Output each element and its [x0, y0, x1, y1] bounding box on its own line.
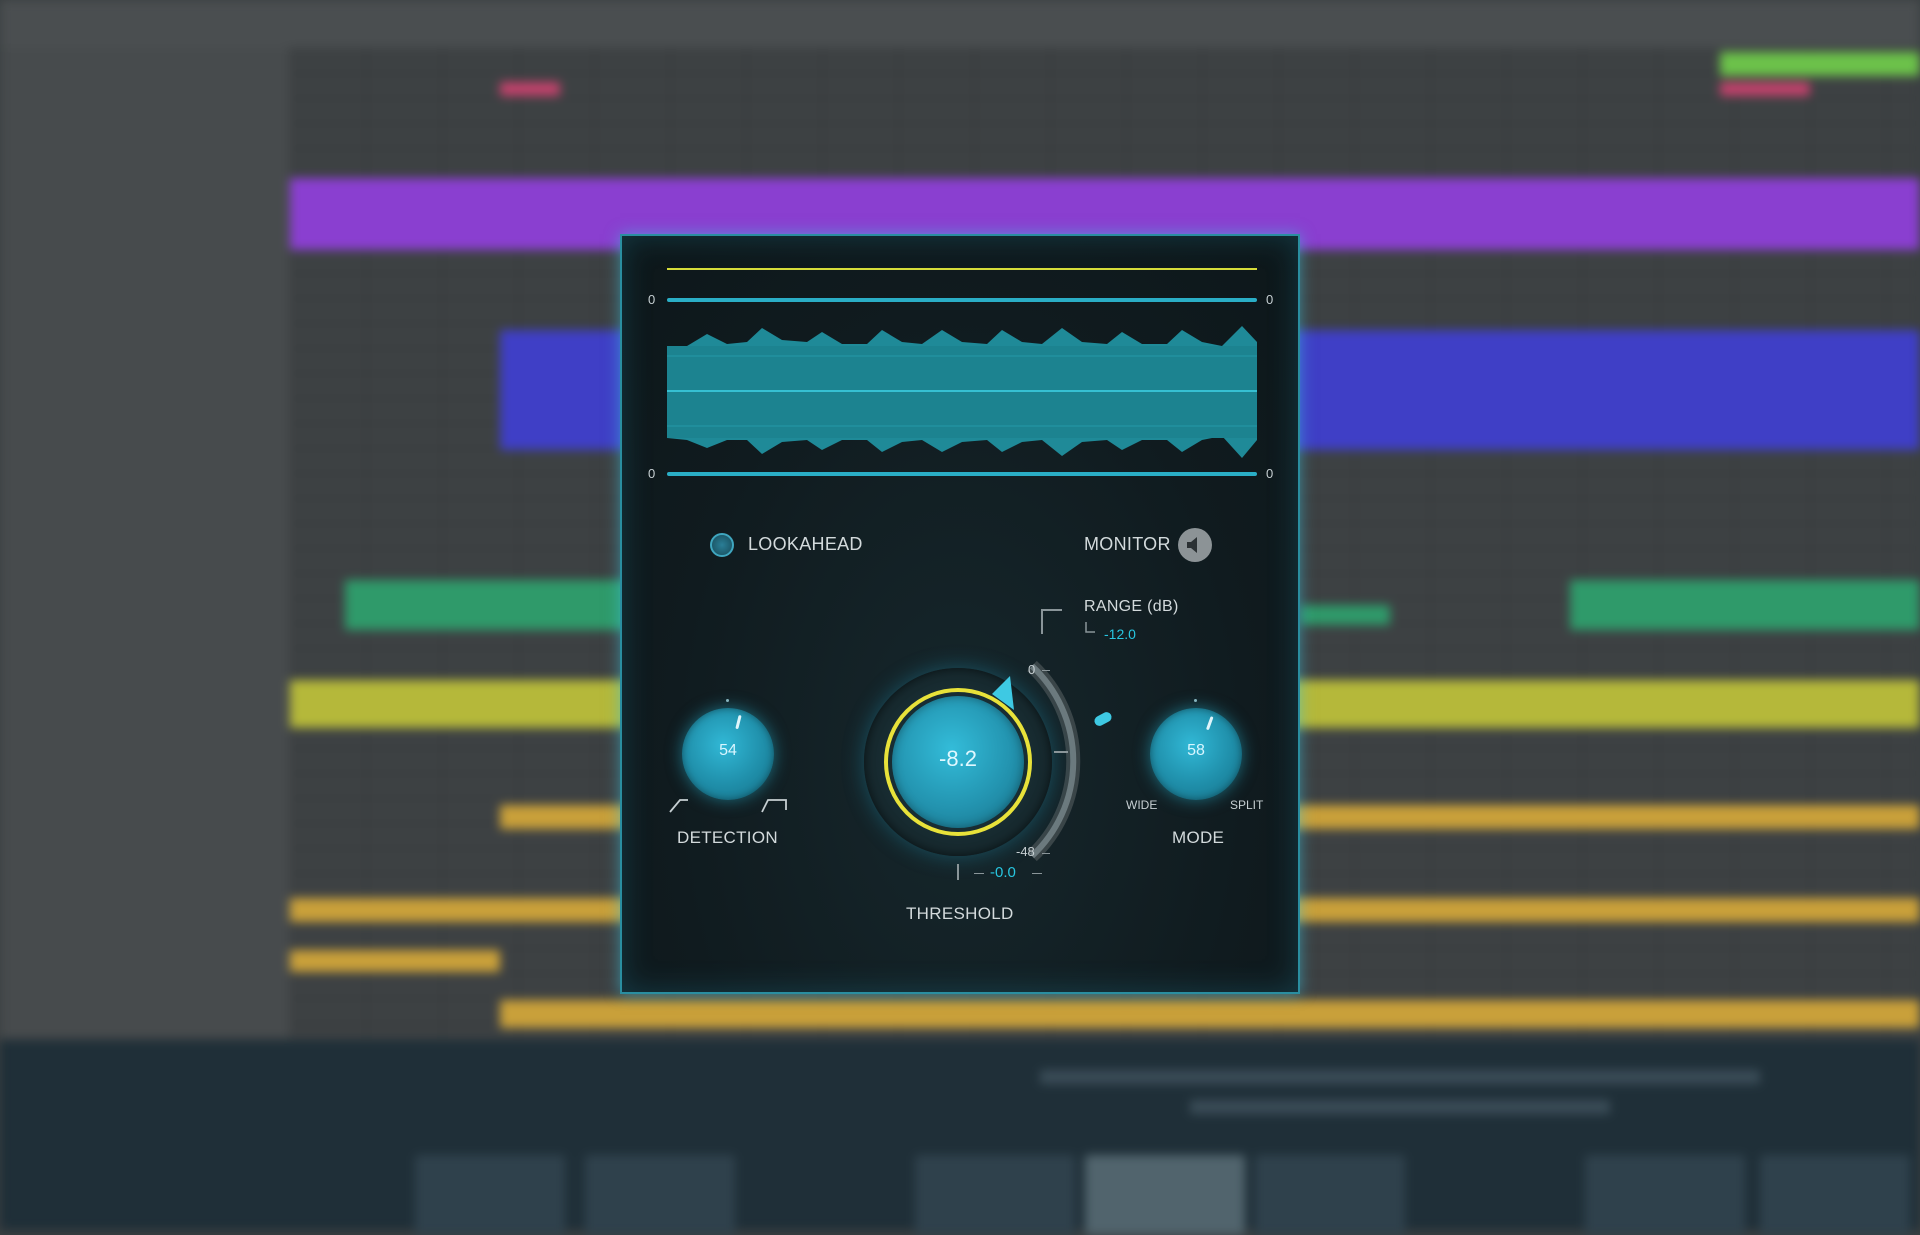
lookahead-toggle[interactable]: LOOKAHEAD [710, 530, 880, 560]
threshold-pointer [992, 676, 1014, 710]
threshold-line [667, 268, 1257, 270]
meter-top-right-label: 0 [1266, 292, 1274, 307]
clip [345, 580, 635, 630]
pad [915, 1155, 1075, 1235]
lookahead-label: LOOKAHEAD [748, 534, 863, 554]
meter-bottom-right-label: 0 [1266, 466, 1274, 481]
threshold-value: -8.2 [939, 746, 977, 771]
peak-readout: -0.0 [990, 864, 1016, 881]
clip [1300, 605, 1390, 625]
peak-dash [1032, 873, 1042, 874]
clip [1720, 52, 1920, 76]
detection-knob[interactable]: 54 [682, 708, 774, 800]
mini-bar [1190, 1100, 1610, 1114]
slow-attack-icon [669, 799, 688, 813]
pad [415, 1155, 565, 1235]
threshold-scale-bottom: -48 [1016, 844, 1035, 859]
pad [1085, 1155, 1245, 1235]
scale-tick [1054, 751, 1068, 753]
pad [1255, 1155, 1405, 1235]
pad [1585, 1155, 1745, 1235]
fast-attack-icon [761, 799, 787, 813]
pad [1760, 1155, 1910, 1235]
mode-wide-label: WIDE [1126, 798, 1158, 812]
detection-top-dot [726, 699, 729, 702]
detection-value: 54 [719, 742, 737, 759]
mode-value: 58 [1187, 742, 1205, 759]
pad [585, 1155, 735, 1235]
toggle-led-icon [710, 533, 734, 557]
threshold-label: THRESHOLD [906, 904, 1014, 923]
waveform-display [667, 326, 1257, 458]
meter-bottom-line [667, 472, 1257, 476]
monitor-button[interactable] [1178, 528, 1212, 562]
meter-bottom-left-label: 0 [648, 466, 656, 481]
monitor-label: MONITOR [1084, 534, 1171, 554]
mode-indicator [1205, 716, 1214, 731]
mode-knob[interactable]: 58 [1150, 708, 1242, 800]
mini-bar [1040, 1070, 1760, 1084]
peak-marker [957, 864, 959, 880]
clip [1570, 580, 1920, 630]
range-label: RANGE (dB) [1084, 598, 1179, 615]
track-list [0, 48, 290, 1038]
detection-label: DETECTION [677, 828, 778, 847]
plugin-window: 0 0 0 0 LOOKAHEAD MONITOR RANGE (dB) -12… [620, 234, 1300, 994]
peak-dash [974, 873, 984, 874]
mode-label: MODE [1172, 828, 1225, 847]
detection-indicator [735, 714, 742, 730]
speaker-icon [1187, 537, 1197, 553]
daw-toolbar [0, 0, 1920, 48]
mode-top-dot [1194, 699, 1197, 702]
clip [1720, 82, 1810, 96]
clip [500, 1000, 1920, 1028]
scale-tick [1042, 670, 1050, 671]
clip [290, 950, 500, 972]
threshold-scale-top: 0 [1028, 662, 1036, 677]
clip [500, 82, 560, 96]
meter-top-line [667, 298, 1257, 302]
meter-top-left-label: 0 [648, 292, 656, 307]
scale-tick [1042, 853, 1050, 854]
mode-split-label: SPLIT [1230, 798, 1264, 812]
mixer-panel [0, 1040, 1920, 1235]
range-value-bracket [1085, 622, 1095, 633]
range-handle [1094, 712, 1112, 726]
